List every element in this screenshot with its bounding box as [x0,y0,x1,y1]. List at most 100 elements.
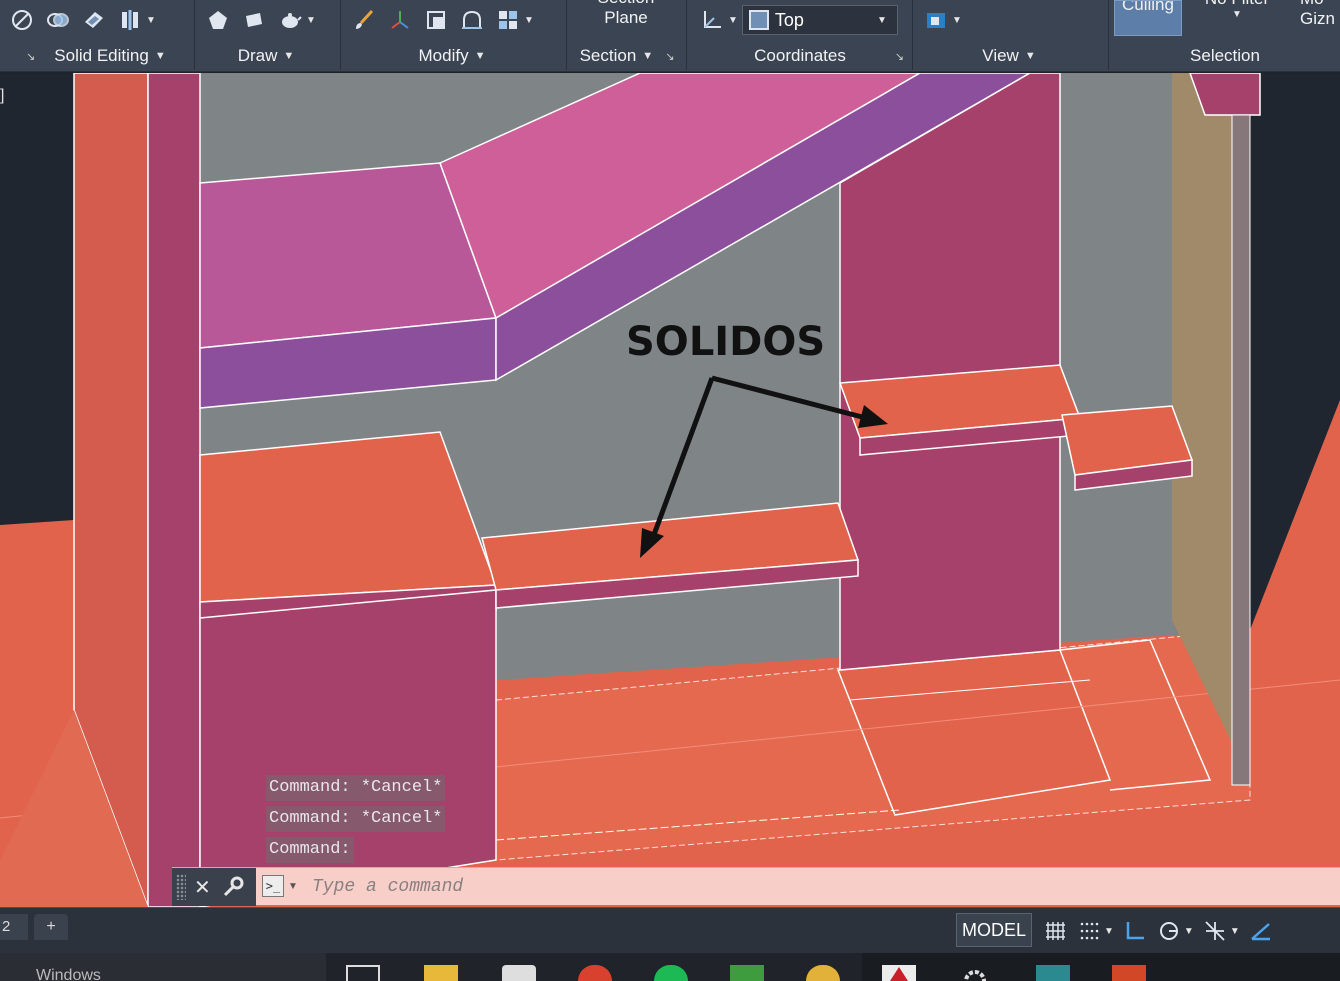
chevron-down-icon: ▼ [288,880,298,892]
gizmo-label-top: Mo [1300,0,1340,9]
taskbar-search-text: Windows [36,967,101,981]
solid-editing-tools: ▼ [4,0,160,40]
drag-handle-icon[interactable] [176,874,186,900]
separate-icon[interactable] [116,6,144,34]
command-prompt-selector[interactable]: >_ ▼ [262,875,302,897]
no-filter-button[interactable]: No Filter ▼ [1192,0,1282,20]
chevron-down-icon: ▼ [474,50,486,62]
teapot-icon[interactable] [276,6,304,34]
osnap-caret[interactable]: ▼ [1230,926,1240,937]
model-space-button[interactable]: MODEL [956,913,1032,947]
snap-caret[interactable]: ▼ [1104,926,1114,937]
culling-button[interactable]: Culling [1114,0,1182,36]
panel-solid-editing[interactable]: ↘ Solid Editing ▼ [0,42,194,70]
ribbon: ▼ ▼ ▼ Section Plane ▼ Top ▼ ▼ Culling [0,0,1340,72]
powerpoint-icon[interactable] [1112,965,1146,981]
status-bar: 2 + MODEL ▼ ▼ ▼ [0,907,1340,953]
culling-label: Culling [1122,0,1174,14]
panel-coordinates[interactable]: Coordinates ↘ [688,42,912,70]
grid-icon[interactable] [1041,917,1069,945]
panel-section[interactable]: Section ▼ ↘ [568,42,686,70]
move-gizmo-button[interactable]: Mo Gizn [1300,0,1340,29]
windows-taskbar: Windows [0,953,1340,981]
close-icon[interactable]: ✕ [194,875,211,900]
file-explorer-icon[interactable] [424,965,458,981]
command-history-line: Command: *Cancel* [266,806,446,832]
modify-tools: ▼ [346,0,538,40]
ortho-icon[interactable] [1121,917,1149,945]
snap-icon[interactable] [1075,917,1103,945]
status-toggles: ▼ ▼ ▼ [1038,914,1278,948]
draw-tools: ▼ [200,0,320,40]
box-corner-icon[interactable] [422,6,450,34]
modify-more-caret[interactable]: ▼ [524,15,534,26]
draw-more-caret[interactable]: ▼ [306,15,316,26]
slice-icon[interactable] [8,6,36,34]
top-view-icon [748,10,769,30]
panel-draw-label: Draw [237,46,278,65]
autocad-icon[interactable] [882,965,916,981]
pentagon-icon[interactable] [204,6,232,34]
task-view-icon[interactable] [346,965,380,981]
brush-icon[interactable] [350,6,378,34]
spotify-icon[interactable] [654,965,688,981]
chevron-down-icon: ▼ [642,50,654,62]
chevron-down-icon: ▼ [1024,50,1036,62]
interfere-icon[interactable] [44,6,72,34]
expand-arrow-icon[interactable]: ↘ [895,50,904,63]
view-tools: ▼ [918,0,966,40]
add-layout-icon[interactable]: + [34,914,68,940]
gizmo-label: Gizn [1300,9,1335,28]
dynamic-ucs-icon[interactable] [1247,917,1275,945]
view-combo[interactable]: Top ▼ [741,5,898,35]
command-line-toolbar: ✕ [172,868,256,906]
panel-modify[interactable]: Modify ▼ [342,42,566,70]
panel-draw[interactable]: Draw ▼ [196,42,340,70]
ucs-caret[interactable]: ▼ [728,15,738,26]
polar-caret[interactable]: ▼ [1184,926,1194,937]
view-combo-value: Top [774,9,804,30]
object-snap-tracking-icon[interactable] [1201,917,1229,945]
drawing-viewport[interactable]: ] SOLIDOS Command: *Cancel* Command: *Ca… [0,73,1340,907]
store-icon[interactable] [502,965,536,981]
command-line: ✕ >_ ▼ [172,867,1340,906]
imprint-icon[interactable] [80,6,108,34]
no-filter-caret: ▼ [1232,9,1242,20]
command-history-line: Command: [266,837,354,863]
wrench-icon[interactable] [221,875,245,899]
visual-style-icon[interactable] [922,6,950,34]
section-plane-button[interactable]: Section Plane [576,0,676,28]
chrome-icon[interactable] [578,965,612,981]
rectangle-icon[interactable] [240,6,268,34]
solid-editing-more-caret[interactable]: ▼ [146,15,156,26]
gizmo-move-icon[interactable] [386,6,414,34]
ucs-icon[interactable] [698,6,726,34]
annotation-text: SOLIDOS [626,319,826,365]
maps-icon[interactable] [730,965,764,981]
section-plane-label-top: Section [576,0,676,8]
view-combo-caret: ▼ [877,14,887,26]
panel-section-label: Section [579,46,637,65]
taskbar-search[interactable]: Windows [0,953,326,981]
expand-arrow-icon[interactable]: ↘ [665,50,674,63]
chevron-down-icon: ▼ [283,50,295,62]
polar-tracking-icon[interactable] [1155,917,1183,945]
visual-style-caret[interactable]: ▼ [952,15,962,26]
expand-arrow-icon[interactable]: ↘ [26,50,35,63]
panel-view[interactable]: View ▼ [914,42,1108,70]
layout-tab[interactable]: 2 [0,914,28,940]
panel-modify-label: Modify [418,46,469,65]
panel-coordinates-label: Coordinates [754,46,846,65]
array-icon[interactable] [494,6,522,34]
viewport-corner-label[interactable]: ] [0,87,4,105]
extract-edges-icon[interactable] [458,6,486,34]
teal-app-icon[interactable] [1036,965,1070,981]
panel-selection[interactable]: Selection [1110,42,1340,70]
settings-gear-icon[interactable] [958,965,992,981]
app-icon[interactable] [806,965,840,981]
chevron-down-icon: ▼ [154,50,166,62]
3d-model-scene[interactable] [0,73,1340,907]
panel-selection-label: Selection [1190,46,1260,65]
panel-solid-editing-label: Solid Editing [54,46,149,65]
command-input[interactable] [312,874,1212,900]
